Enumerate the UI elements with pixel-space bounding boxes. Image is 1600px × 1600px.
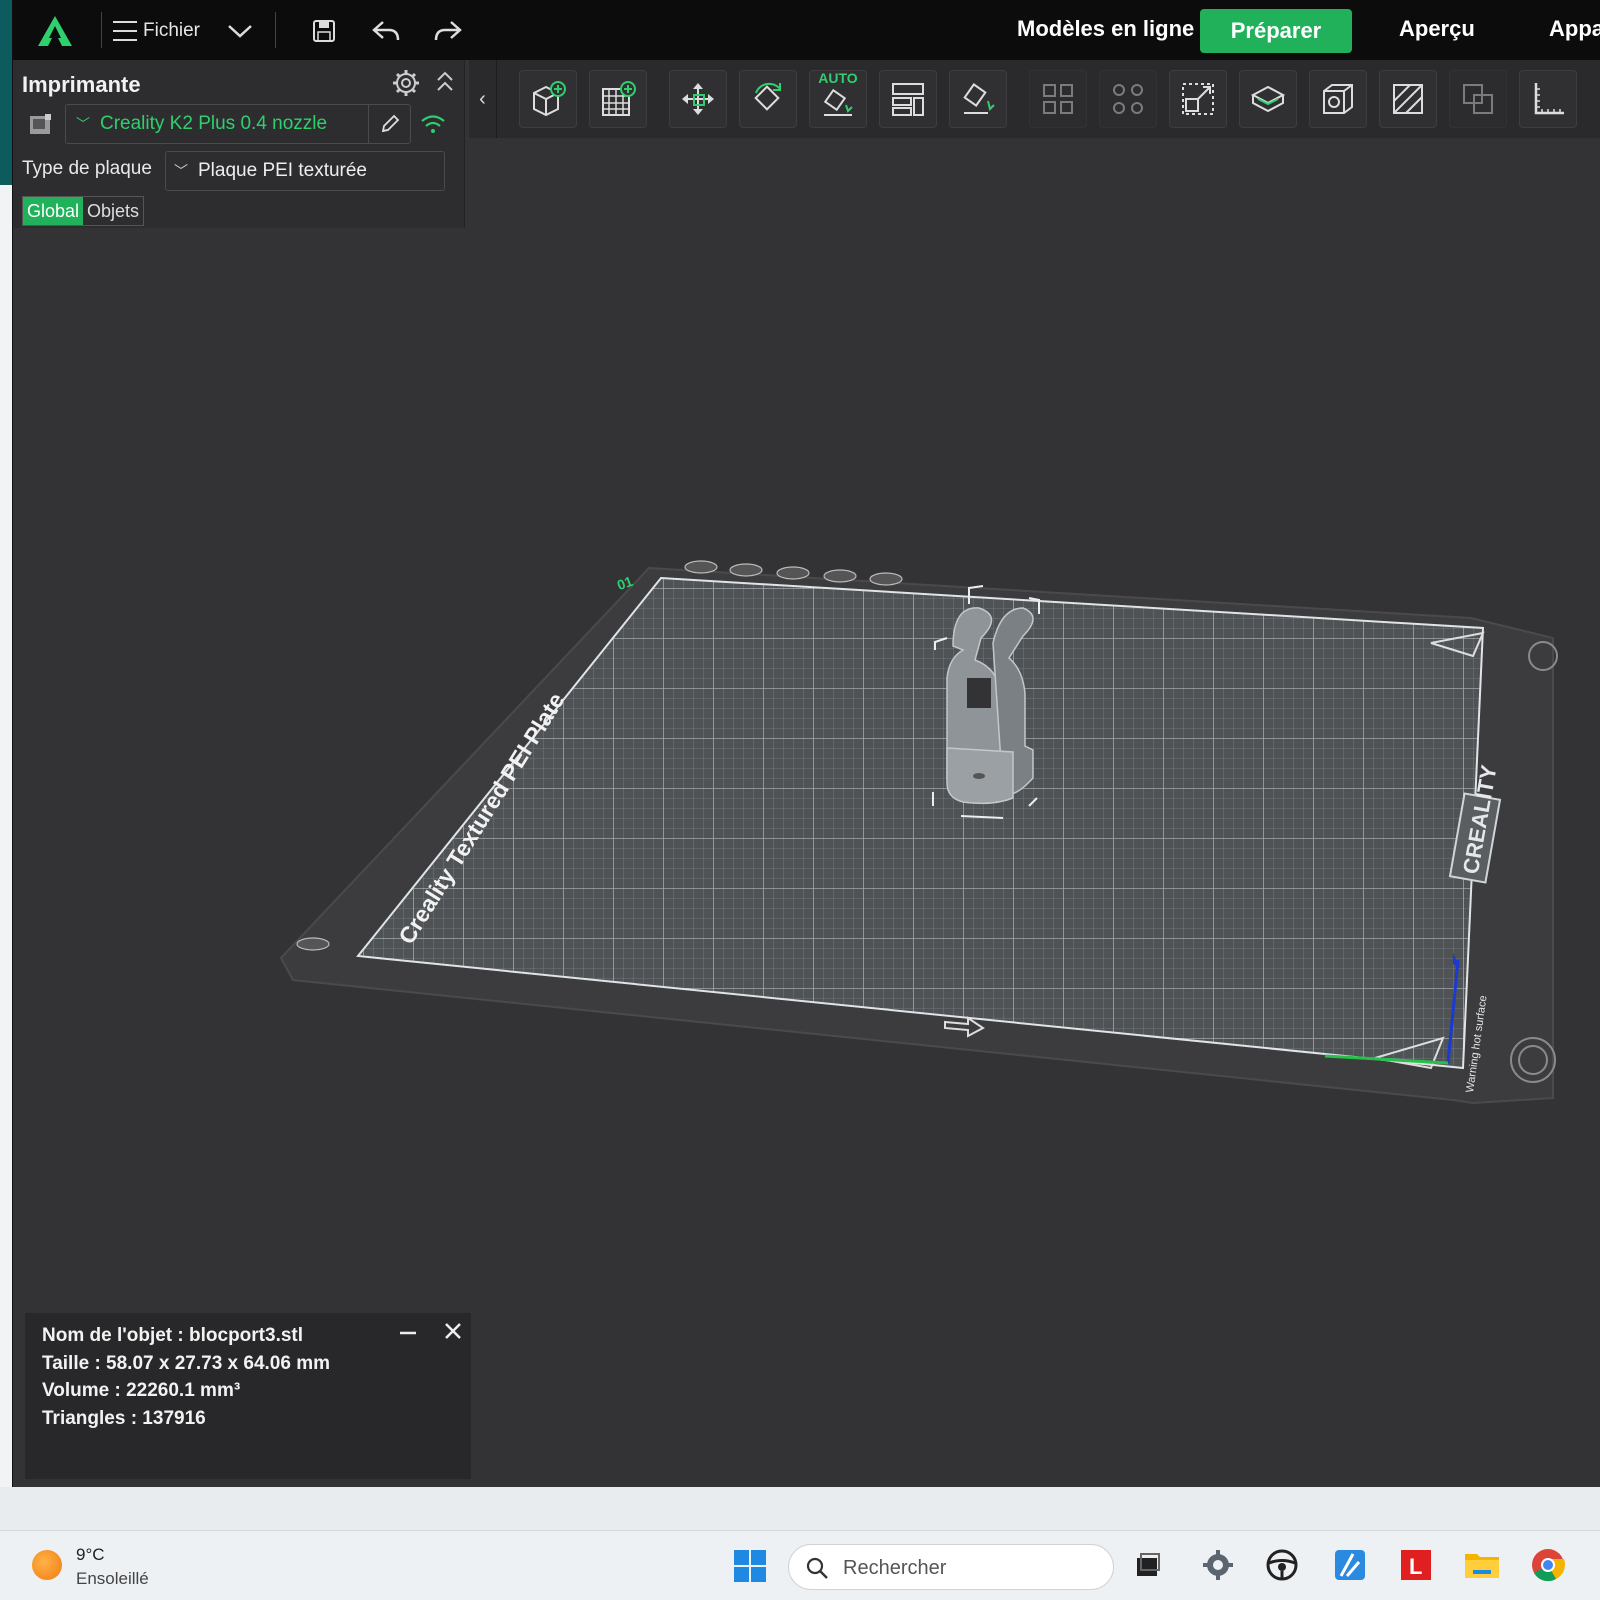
chrome-icon[interactable] [1528,1545,1568,1585]
pencil-icon [381,114,399,133]
task-view-icon[interactable] [1128,1545,1168,1585]
device-tab[interactable]: Appa [1549,16,1600,42]
lay-on-face-icon [963,83,995,114]
hollow-button[interactable] [1309,70,1367,128]
minimize-icon[interactable] [397,1323,419,1343]
search-icon [806,1557,828,1579]
rotate-button[interactable] [739,70,797,128]
lock-plate-icon[interactable] [823,569,857,583]
support-paint-button[interactable] [1379,70,1437,128]
printer-icon [30,114,51,134]
wifi-icon[interactable] [418,110,448,138]
split-parts-button[interactable] [1099,70,1157,128]
move-button[interactable] [669,70,727,128]
support-paint-icon [1393,84,1423,114]
weather-temperature[interactable]: 9°C [76,1545,105,1565]
steering-wheel-icon[interactable] [1262,1545,1302,1585]
measure-icon [1534,83,1564,115]
undo-icon[interactable] [369,14,403,48]
chevron-down-icon: ﹀ [76,116,90,132]
tools-toolbar: ‹ AUTO [469,60,1600,138]
cut-icon [1250,85,1286,113]
close-icon[interactable] [441,1319,465,1343]
save-icon[interactable] [307,14,341,48]
3d-viewport[interactable]: Creality Textured PEI Plate CREALITY War… [13,138,1600,1487]
rotate-icon [754,82,781,111]
arrange-icon [892,83,924,116]
preview-tab[interactable]: Aperçu [1399,16,1475,42]
file-menu-label: Fichier [143,20,201,41]
scale-icon [1182,83,1214,115]
edit-plate-name-icon[interactable] [296,937,330,951]
weather-description[interactable]: Ensoleillé [76,1569,149,1589]
build-plate-scene[interactable]: Creality Textured PEI Plate CREALITY War… [13,138,1600,1487]
auto-orient-button[interactable]: AUTO [809,70,867,128]
object-volume: Volume : 22260.1 mm³ [42,1380,241,1401]
window-behind [0,185,12,1487]
lay-on-face-button[interactable] [949,70,1007,128]
windows-start-icon[interactable] [732,1548,768,1584]
boolean-button[interactable] [1449,70,1507,128]
hollow-icon [1323,84,1353,114]
cut-button[interactable] [1239,70,1297,128]
printer-panel-title: Imprimante [22,72,141,97]
split-objects-icon [1043,84,1073,114]
add-cube-icon [533,81,566,117]
divider [275,12,276,48]
svg-text:L: L [1409,1554,1422,1579]
hamburger-icon [113,20,137,42]
search-placeholder: Rechercher [843,1557,947,1579]
arrange-plate-icon[interactable] [729,563,763,577]
collapse-up-icon[interactable] [433,68,457,98]
object-triangles: Triangles : 137916 [42,1408,206,1429]
slicer-window: Fichier Modèles en ligne Préparer Aperçu… [12,0,1600,1487]
plate-settings-icon[interactable] [869,572,903,586]
app-logo-icon[interactable] [35,14,75,48]
windows-taskbar: 9°C Ensoleillé Rechercher L [0,1530,1600,1600]
scale-button[interactable] [1169,70,1227,128]
taskbar-search[interactable]: Rechercher [788,1544,1114,1590]
settings-gear-icon[interactable] [1198,1545,1238,1585]
file-explorer-icon[interactable] [1462,1545,1502,1585]
move-icon [682,83,714,115]
measure-button[interactable] [1519,70,1577,128]
auto-label: AUTO [818,70,858,86]
delete-plate-icon[interactable] [684,560,718,574]
arrange-button[interactable] [879,70,937,128]
gear-icon[interactable] [391,68,421,98]
add-plate-icon [602,81,636,116]
object-info-panel: Nom de l'objet : blocport3.stl Taille : … [25,1313,471,1479]
online-models-tab[interactable]: Modèles en ligne [1017,16,1194,42]
split-objects-button[interactable] [1029,70,1087,128]
top-bar: Fichier Modèles en ligne Préparer Aperçu… [13,0,1600,60]
boolean-icon [1463,84,1493,114]
add-object-button[interactable] [519,70,577,128]
prepare-tab[interactable]: Préparer [1200,9,1352,53]
sun-icon[interactable] [32,1550,62,1580]
redo-icon[interactable] [431,14,465,48]
object-size: Taille : 58.07 x 27.73 x 64.06 mm [42,1353,331,1374]
slicer-app-icon[interactable] [1330,1545,1370,1585]
object-name: Nom de l'objet : blocport3.stl [42,1325,304,1346]
orient-plate-icon[interactable] [776,566,810,580]
chevron-down-icon[interactable] [223,14,257,48]
divider [101,12,102,48]
split-parts-icon [1113,84,1143,114]
l-app-icon[interactable]: L [1396,1545,1436,1585]
printer-name: Creality K2 Plus 0.4 nozzle [100,113,328,134]
collapse-sidebar-button[interactable]: ‹ [469,60,497,138]
file-menu-button[interactable]: Fichier [113,14,200,48]
desktop-background [0,0,12,185]
add-plate-button[interactable] [589,70,647,128]
